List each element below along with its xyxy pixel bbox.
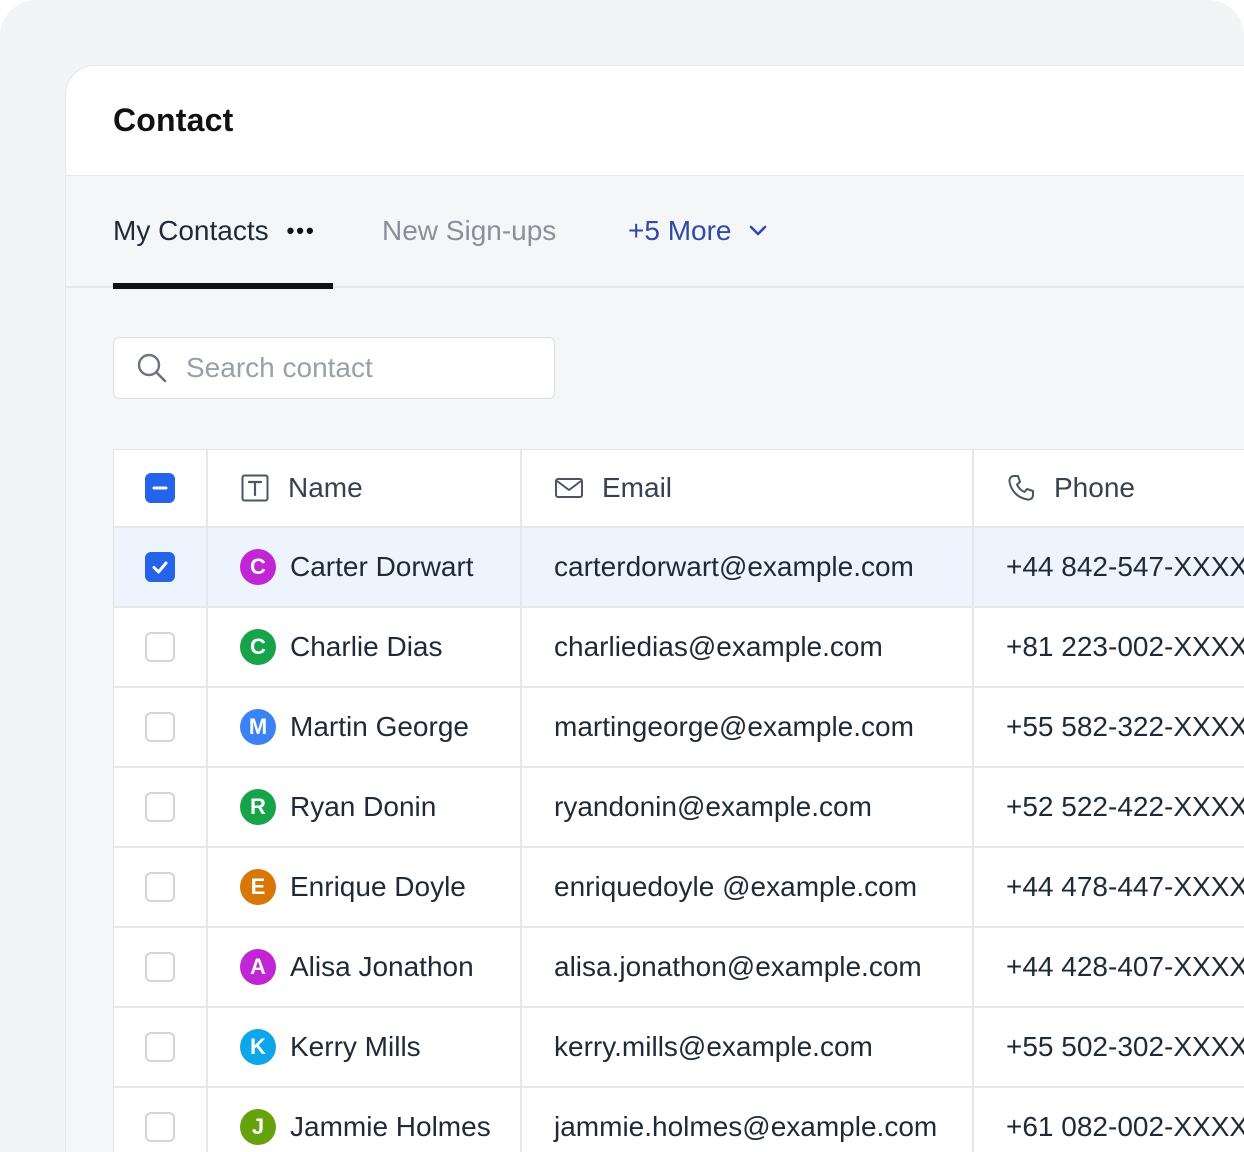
name-cell: R Ryan Donin: [208, 768, 522, 846]
row-select-cell: [114, 608, 208, 686]
phone-cell: +81 223-002-XXXX: [1006, 631, 1244, 662]
phone-cell: +55 502-302-XXXX: [1006, 1031, 1244, 1062]
table-body: C Carter Dorwart carterdorwart@example.com…: [114, 528, 1244, 1152]
mail-icon: [554, 473, 584, 503]
select-all-checkbox[interactable]: [145, 473, 175, 503]
column-header-email-label: Email: [602, 472, 673, 503]
contacts-table: Name Email Phone C Carter Dorwart carter…: [113, 449, 1244, 1152]
phone-cell: +44 428-407-XXXX: [1006, 951, 1244, 982]
name-cell: J Jammie Holmes: [208, 1088, 522, 1152]
tab-new-sign-ups[interactable]: New Sign-ups: [382, 176, 556, 286]
name-cell: M Martin George: [208, 688, 522, 766]
email-cell: carterdorwart@example.com: [522, 528, 974, 606]
phone-cell: +44 478-447-XXXX: [1006, 871, 1244, 902]
name-cell: A Alisa Jonathon: [208, 928, 522, 1006]
tab-bar: My Contacts ••• New Sign-ups +5 More: [66, 176, 1244, 288]
search-box: [113, 337, 555, 399]
row-checkbox[interactable]: [145, 1032, 175, 1062]
email-cell: enriquedoyle @example.com: [522, 848, 974, 926]
minus-icon: [152, 486, 168, 490]
name-cell: C Charlie Dias: [208, 608, 522, 686]
contact-panel: Contact My Contacts ••• New Sign-ups +5 …: [65, 65, 1244, 1152]
row-select-cell: [114, 928, 208, 1006]
contact-name: Kerry Mills: [290, 1031, 421, 1062]
row-select-cell: [114, 848, 208, 926]
table-row[interactable]: R Ryan Donin ryandonin@example.com +52 522-…: [114, 768, 1244, 848]
table-row[interactable]: C Charlie Dias charliedias@example.com +81 …: [114, 608, 1244, 688]
row-checkbox[interactable]: [145, 1112, 175, 1142]
avatar: J: [240, 1109, 276, 1145]
column-header-name[interactable]: Name: [208, 450, 522, 526]
contact-name: Charlie Dias: [290, 631, 443, 662]
page-title: Contact: [113, 102, 234, 138]
checkmark-icon: [152, 561, 168, 574]
table-header-row: Name Email Phone: [114, 450, 1244, 528]
table-row[interactable]: M Martin George martingeorge@example.com +5…: [114, 688, 1244, 768]
chevron-down-icon: [749, 225, 766, 236]
column-header-phone[interactable]: Phone: [974, 450, 1244, 526]
avatar: R: [240, 789, 276, 825]
row-checkbox[interactable]: [145, 712, 175, 742]
app-background: Contact My Contacts ••• New Sign-ups +5 …: [0, 0, 1244, 1152]
row-checkbox[interactable]: [145, 872, 175, 902]
row-checkbox[interactable]: [145, 952, 175, 982]
phone-cell: +55 582-322-XXXX: [1006, 711, 1244, 742]
contact-name: Ryan Donin: [290, 791, 437, 822]
column-header-phone-label: Phone: [1054, 472, 1135, 503]
tab-more-dropdown[interactable]: +5 More: [628, 176, 768, 286]
active-tab-indicator: [113, 283, 333, 289]
column-header-name-label: Name: [288, 472, 363, 503]
phone-cell: +44 842-547-XXXX: [1006, 551, 1244, 582]
table-row[interactable]: C Carter Dorwart carterdorwart@example.com…: [114, 528, 1244, 608]
contact-name: Martin George: [290, 711, 469, 742]
search-icon: [137, 353, 167, 383]
email-cell: kerry.mills@example.com: [522, 1008, 974, 1086]
email-cell: jammie.holmes@example.com: [522, 1088, 974, 1152]
email-cell: charliedias@example.com: [522, 608, 974, 686]
row-checkbox[interactable]: [145, 632, 175, 662]
column-header-email[interactable]: Email: [522, 450, 974, 526]
table-row[interactable]: J Jammie Holmes jammie.holmes@example.com +…: [114, 1088, 1244, 1152]
phone-icon: [1006, 473, 1036, 503]
tab-my-contacts-label: My Contacts: [113, 215, 269, 246]
row-checkbox[interactable]: [145, 792, 175, 822]
avatar: A: [240, 949, 276, 985]
contact-name: Enrique Doyle: [290, 871, 466, 902]
row-select-cell: [114, 768, 208, 846]
row-checkbox[interactable]: [145, 552, 175, 582]
avatar: E: [240, 869, 276, 905]
text-field-icon: [240, 473, 270, 503]
select-all-cell: [114, 450, 208, 526]
search-input[interactable]: [184, 351, 548, 385]
row-select-cell: [114, 688, 208, 766]
table-row[interactable]: K Kerry Mills kerry.mills@example.com +55 5…: [114, 1008, 1244, 1088]
email-cell: martingeorge@example.com: [522, 688, 974, 766]
avatar: C: [240, 549, 276, 585]
tab-my-contacts[interactable]: My Contacts •••: [113, 176, 333, 286]
row-select-cell: [114, 528, 208, 606]
contact-name: Jammie Holmes: [290, 1111, 491, 1142]
avatar: M: [240, 709, 276, 745]
row-select-cell: [114, 1088, 208, 1152]
phone-cell: +52 522-422-XXXX: [1006, 791, 1244, 822]
more-options-icon[interactable]: •••: [287, 218, 316, 244]
name-cell: E Enrique Doyle: [208, 848, 522, 926]
tab-more-label: +5 More: [628, 215, 732, 246]
avatar: K: [240, 1029, 276, 1065]
table-row[interactable]: E Enrique Doyle enriquedoyle @example.com +…: [114, 848, 1244, 928]
contact-name: Alisa Jonathon: [290, 951, 474, 982]
email-cell: ryandonin@example.com: [522, 768, 974, 846]
row-select-cell: [114, 1008, 208, 1086]
contact-name: Carter Dorwart: [290, 551, 474, 582]
email-cell: alisa.jonathon@example.com: [522, 928, 974, 1006]
avatar: C: [240, 629, 276, 665]
panel-header: Contact: [66, 66, 1244, 176]
table-row[interactable]: A Alisa Jonathon alisa.jonathon@example.co…: [114, 928, 1244, 1008]
name-cell: C Carter Dorwart: [208, 528, 522, 606]
name-cell: K Kerry Mills: [208, 1008, 522, 1086]
phone-cell: +61 082-002-XXXX: [1006, 1111, 1244, 1142]
